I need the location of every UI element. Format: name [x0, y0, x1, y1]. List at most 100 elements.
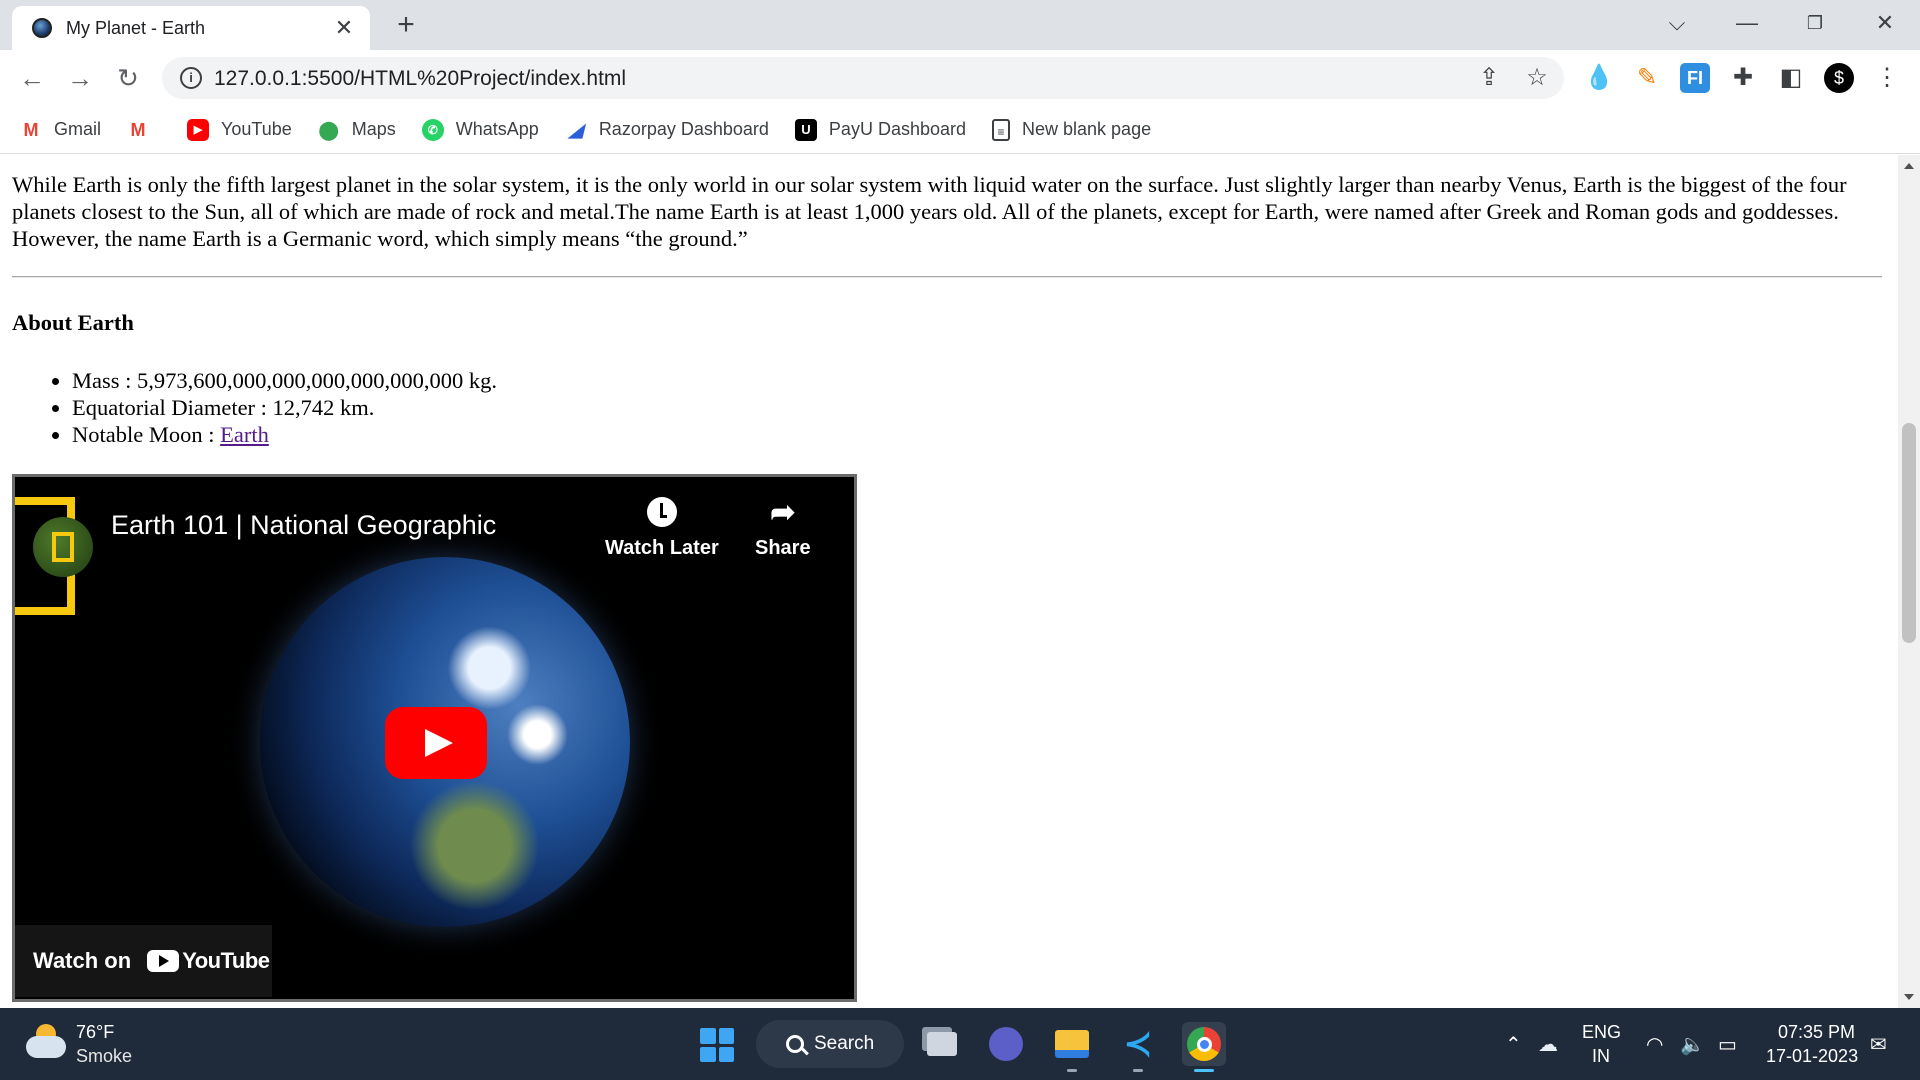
bookmark-star-icon[interactable]: ☆	[1522, 63, 1552, 93]
watch-on-youtube-button[interactable]: Watch on YouTube	[15, 925, 272, 997]
scroll-down-icon[interactable]	[1904, 994, 1914, 1000]
clock-date[interactable]: 17-01-2023	[1766, 1046, 1858, 1067]
water-drop-extension-icon[interactable]: 💧	[1584, 63, 1614, 93]
scroll-up-icon[interactable]	[1904, 163, 1914, 169]
bookmark-label: PayU Dashboard	[828, 119, 966, 139]
maps-icon: ⬤	[318, 119, 339, 140]
gmail-icon: M	[130, 119, 146, 140]
fact-moon: Notable Moon : Earth	[72, 421, 497, 448]
new-tab-button[interactable]: +	[390, 8, 422, 42]
bookmark-label: WhatsApp	[455, 119, 539, 139]
bookmark-razorpay[interactable]: ◢ Razorpay Dashboard	[565, 119, 769, 141]
side-panel-icon[interactable]: ◧	[1776, 63, 1806, 93]
close-tab-icon[interactable]: ✕	[332, 15, 356, 41]
bookmark-label: Razorpay Dashboard	[598, 119, 769, 139]
profile-avatar[interactable]: $	[1824, 63, 1854, 93]
clock-time[interactable]: 07:35 PM	[1778, 1022, 1855, 1043]
bookmark-new-blank-page[interactable]: ≡ New blank page	[992, 118, 1151, 141]
share-page-icon[interactable]: ⇪	[1474, 63, 1504, 93]
start-tile	[718, 1028, 734, 1044]
windows-taskbar: 76°F Smoke Search ≺ ⌃ ☁ ENG IN ◠ 🔈 ▭ 07:…	[0, 1008, 1920, 1080]
color-picker-extension-icon[interactable]: ✎	[1632, 63, 1662, 93]
task-view-icon[interactable]	[920, 1022, 964, 1066]
language-top[interactable]: ENG	[1582, 1022, 1621, 1043]
file-explorer-icon[interactable]	[1050, 1022, 1094, 1072]
weather-cloud-shape	[26, 1036, 66, 1058]
restore-button[interactable]: ❐	[1790, 6, 1840, 40]
notification-icon[interactable]: ✉	[1870, 1032, 1887, 1057]
forward-icon[interactable]: →	[62, 60, 98, 96]
fact-mass: Mass : 5,973,600,000,000,000,000,000,000…	[72, 367, 497, 394]
watch-later-button[interactable]: Watch Later	[605, 497, 719, 560]
horizontal-rule	[12, 276, 1882, 278]
info-icon[interactable]: i	[180, 67, 202, 89]
weather-temperature[interactable]: 76°F	[76, 1022, 114, 1043]
extensions-puzzle-icon[interactable]: ✚	[1728, 63, 1758, 93]
watch-later-label: Watch Later	[605, 537, 719, 559]
video-title[interactable]: Earth 101 | National Geographic	[111, 510, 496, 541]
chrome-icon[interactable]	[1182, 1022, 1226, 1072]
youtube-embed[interactable]: Earth 101 | National Geographic Watch La…	[12, 474, 857, 1002]
gmail-icon: M	[23, 119, 39, 140]
language-bottom[interactable]: IN	[1592, 1046, 1610, 1067]
start-tile	[700, 1028, 716, 1044]
intro-paragraph: While Earth is only the fifth largest pl…	[12, 172, 1847, 251]
share-button[interactable]: ➦ Share	[755, 497, 811, 560]
natgeo-logo	[15, 497, 93, 637]
running-indicator	[1133, 1069, 1143, 1072]
share-arrow-icon: ➦	[770, 496, 796, 529]
battery-icon[interactable]: ▭	[1718, 1032, 1737, 1057]
browser-tab[interactable]: My Planet - Earth ✕	[12, 6, 370, 50]
play-button[interactable]	[385, 707, 487, 779]
show-hidden-icons-chevron-icon[interactable]: ⌃	[1505, 1032, 1522, 1057]
reload-icon[interactable]: ↻	[110, 60, 146, 96]
teams-chat-icon[interactable]	[984, 1022, 1028, 1066]
channel-avatar[interactable]	[33, 517, 93, 577]
share-label: Share	[755, 537, 811, 559]
onedrive-cloud-icon[interactable]: ☁	[1538, 1032, 1558, 1057]
browser-toolbar: ← → ↻ i 127.0.0.1:5500/HTML%20Project/in…	[0, 50, 1920, 106]
start-tile	[700, 1046, 716, 1062]
bookmark-gmail-2[interactable]: M	[127, 119, 161, 141]
chat-bubble-shape	[989, 1027, 1023, 1061]
running-indicator	[1067, 1069, 1077, 1072]
youtube-wordmark: YouTube	[182, 948, 270, 973]
tab-strip: My Planet - Earth ✕ + ⌵ — ❐ ✕	[0, 0, 1920, 50]
menu-kebab-icon[interactable]: ⋮	[1872, 63, 1902, 93]
payu-icon: U	[794, 118, 817, 141]
address-bar[interactable]: i 127.0.0.1:5500/HTML%20Project/index.ht…	[162, 57, 1564, 99]
wifi-icon[interactable]: ◠	[1646, 1032, 1663, 1057]
bookmark-youtube[interactable]: ▶ YouTube	[187, 118, 292, 141]
bookmark-payu[interactable]: U PayU Dashboard	[794, 118, 966, 141]
back-icon[interactable]: ←	[14, 60, 50, 96]
close-window-button[interactable]: ✕	[1860, 6, 1910, 40]
weather-description[interactable]: Smoke	[76, 1046, 132, 1067]
vscode-icon[interactable]: ≺	[1116, 1022, 1160, 1072]
bookmark-whatsapp[interactable]: ✆ WhatsApp	[421, 118, 539, 141]
document-icon: ≡	[992, 118, 1010, 141]
moon-link[interactable]: Earth	[220, 422, 269, 447]
razorpay-icon: ◢	[568, 119, 583, 140]
windows-start-icon[interactable]	[700, 1028, 734, 1062]
watch-on-label: Watch on	[33, 948, 132, 973]
url-text[interactable]: 127.0.0.1:5500/HTML%20Project/index.html	[214, 67, 626, 91]
facts-list: Mass : 5,973,600,000,000,000,000,000,000…	[72, 367, 497, 448]
weather-cloud-icon[interactable]	[26, 1024, 66, 1058]
volume-icon[interactable]: 🔈	[1680, 1032, 1705, 1057]
bookmark-maps[interactable]: ⬤ Maps	[318, 119, 396, 141]
fact-diameter: Equatorial Diameter : 12,742 km.	[72, 394, 497, 421]
fi-extension-icon[interactable]: FI	[1680, 63, 1710, 93]
tab-search-icon[interactable]: ⌵	[1652, 6, 1702, 40]
bookmark-gmail[interactable]: M Gmail	[20, 119, 102, 141]
scrollbar-thumb[interactable]	[1902, 423, 1916, 643]
taskbar-search[interactable]: Search	[756, 1020, 904, 1068]
tab-title: My Planet - Earth	[66, 17, 206, 38]
folder-shape	[1055, 1030, 1089, 1058]
page-scrollbar[interactable]	[1898, 155, 1920, 1008]
chrome-center-shape	[1196, 1036, 1212, 1052]
minimize-button[interactable]: —	[1722, 6, 1772, 40]
chrome-ring-shape	[1187, 1027, 1221, 1061]
earth-favicon-icon	[32, 18, 52, 38]
bookmark-label: Gmail	[54, 119, 102, 139]
bookmark-label: YouTube	[221, 119, 292, 139]
